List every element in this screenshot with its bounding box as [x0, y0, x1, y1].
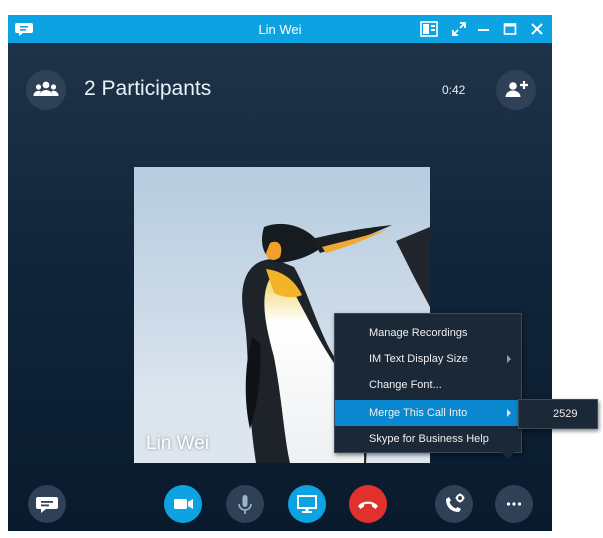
add-participant-icon [505, 81, 528, 97]
menu-item-change-font[interactable]: Change Font... [335, 372, 521, 398]
mute-button[interactable] [226, 485, 264, 523]
menu-pointer [500, 451, 516, 459]
menu-item-label: Change Font... [369, 379, 442, 391]
merge-call-submenu: 2529 [518, 399, 598, 429]
menu-item-label: Merge This Call Into [369, 407, 468, 419]
share-screen-button[interactable] [288, 485, 326, 523]
maximize-icon[interactable] [500, 19, 520, 39]
chat-bubble-icon [36, 497, 58, 513]
im-button[interactable] [28, 485, 66, 523]
more-options-button[interactable] [495, 485, 533, 523]
menu-item-label: Skype for Business Help [369, 433, 489, 445]
conversation-window: Lin Wei 2 Participants 0:42 Lin Wei [8, 15, 552, 531]
ellipsis-icon [506, 502, 522, 506]
layout-icon[interactable] [419, 19, 439, 39]
participants-count-label[interactable]: 2 Participants [84, 77, 211, 101]
microphone-icon [238, 495, 252, 514]
menu-item-skype-for-business-help[interactable]: Skype for Business Help [335, 426, 521, 452]
submenu-item-call[interactable]: 2529 [553, 408, 577, 420]
hang-up-button[interactable] [349, 485, 387, 523]
minimize-icon[interactable] [474, 19, 494, 39]
title-bar[interactable]: Lin Wei [8, 15, 552, 43]
menu-item-merge-this-call-into[interactable]: Merge This Call Into [335, 400, 521, 426]
call-controls-button[interactable] [435, 485, 473, 523]
menu-item-im-text-display-size[interactable]: IM Text Display Size [335, 346, 521, 372]
submenu-arrow-icon [507, 409, 511, 417]
phone-settings-icon [446, 493, 465, 512]
more-options-menu: Manage Recordings IM Text Display Size C… [334, 313, 522, 453]
video-camera-icon [174, 499, 193, 509]
menu-item-label: Manage Recordings [369, 327, 468, 339]
video-participant-name: Lin Wei [146, 433, 210, 454]
fullscreen-icon[interactable] [449, 19, 469, 39]
submenu-arrow-icon [507, 355, 511, 363]
call-timer: 0:42 [442, 83, 466, 97]
monitor-icon [297, 495, 317, 513]
add-participant-button[interactable] [496, 70, 536, 110]
video-button[interactable] [164, 485, 202, 523]
menu-item-manage-recordings[interactable]: Manage Recordings [335, 320, 521, 346]
participants-button[interactable] [26, 70, 66, 110]
menu-item-label: IM Text Display Size [369, 353, 468, 365]
window-title: Lin Wei [258, 22, 302, 37]
phone-hangup-icon [358, 501, 378, 509]
close-icon[interactable] [527, 19, 547, 39]
participants-icon [33, 81, 59, 96]
